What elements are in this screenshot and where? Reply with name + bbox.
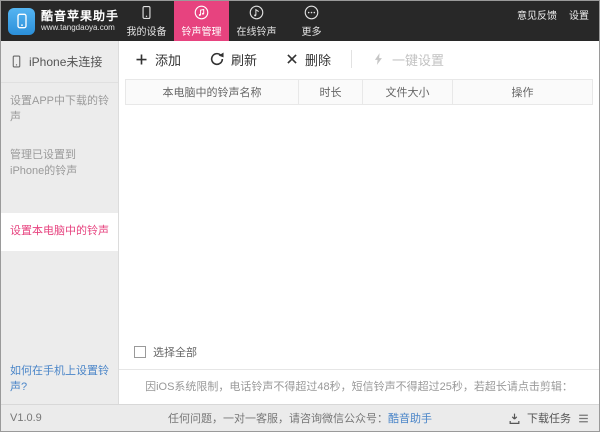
statusbar: V1.0.9 任何问题，一对一客服，请咨询微信公众号：酷音助手 下载任务 — [1, 404, 599, 431]
device-status-label: iPhone未连接 — [29, 55, 103, 69]
add-button[interactable]: 添加 — [134, 50, 181, 69]
download-tasks-label[interactable]: 下载任务 — [527, 410, 571, 426]
refresh-button-label: 刷新 — [231, 52, 258, 68]
delete-button-label: 删除 — [305, 52, 332, 68]
app-window: 酷音苹果助手 www.tangdaoya.com 我的设备 铃声管理 在线铃声 … — [0, 0, 600, 432]
refresh-icon — [209, 51, 225, 67]
download-icon[interactable] — [508, 412, 521, 425]
select-all-checkbox[interactable] — [134, 346, 146, 358]
main-tabs: 我的设备 铃声管理 在线铃声 更多 — [119, 1, 339, 41]
sidebar: iPhone未连接 设置APP中下载的铃声 管理已设置到iPhone的铃声 设置… — [1, 41, 119, 404]
app-website: www.tangdaoya.com — [41, 23, 115, 33]
one-click-setup-label: 一键设置 — [392, 52, 445, 68]
tab-label: 我的设备 — [126, 26, 167, 38]
select-all-label: 选择全部 — [153, 347, 197, 359]
column-header-name[interactable]: 本电脑中的铃声名称 — [126, 80, 298, 104]
music-note-circle-icon — [249, 5, 264, 20]
column-header-actions[interactable]: 操作 — [452, 80, 592, 104]
iphone-outline-icon — [10, 55, 23, 68]
sidebar-item-local-ringtones[interactable]: 设置本电脑中的铃声 — [1, 212, 118, 251]
topbar-links: 意见反馈 设置 — [517, 1, 599, 41]
tab-more[interactable]: 更多 — [284, 1, 339, 41]
toolbar-separator — [351, 50, 353, 68]
column-header-duration[interactable]: 时长 — [298, 80, 362, 104]
ringtone-table-body — [125, 105, 593, 340]
topbar: 酷音苹果助手 www.tangdaoya.com 我的设备 铃声管理 在线铃声 … — [1, 1, 599, 41]
tab-ringtone-management[interactable]: 铃声管理 — [174, 1, 229, 41]
one-click-setup-button[interactable]: 一键设置 — [372, 50, 444, 69]
add-button-label: 添加 — [155, 52, 182, 68]
tab-label: 更多 — [301, 26, 322, 38]
status-message-text: 任何问题，一对一客服，请咨询微信公众号： — [168, 413, 388, 425]
delete-button[interactable]: 删除 — [285, 50, 331, 69]
app-logo-icon — [8, 7, 35, 35]
app-body: iPhone未连接 设置APP中下载的铃声 管理已设置到iPhone的铃声 设置… — [1, 41, 599, 404]
refresh-button[interactable]: 刷新 — [209, 50, 257, 69]
tab-online-ringtones[interactable]: 在线铃声 — [229, 1, 284, 41]
tab-my-devices[interactable]: 我的设备 — [119, 1, 174, 41]
tab-label: 铃声管理 — [181, 26, 222, 38]
music-note-circle-icon — [194, 5, 209, 20]
x-icon — [285, 52, 299, 66]
one-click-icon — [372, 52, 386, 66]
ringtone-table-header: 本电脑中的铃声名称 时长 文件大小 操作 — [125, 79, 593, 105]
sidebar-item-app-downloaded-ringtones[interactable]: 设置APP中下载的铃声 — [1, 83, 118, 137]
column-header-filesize[interactable]: 文件大小 — [362, 80, 452, 104]
ios-limit-note: 因iOS系统限制，电话铃声不得超过48秒，短信铃声不得超过25秒，若超长请点击剪… — [145, 381, 573, 393]
select-all-row: 选择全部 — [119, 340, 599, 369]
help-link[interactable]: 如何在手机上设置铃声? — [1, 352, 118, 404]
wechat-account-link[interactable]: 酷音助手 — [388, 413, 432, 425]
tab-label: 在线铃声 — [236, 26, 277, 38]
toolbar: 添加 刷新 删除 一键设置 — [119, 41, 599, 77]
smartphone-icon — [139, 5, 154, 20]
plus-icon — [134, 52, 149, 67]
phone-icon — [16, 13, 27, 29]
sidebar-item-iphone-set-ringtones[interactable]: 管理已设置到iPhone的铃声 — [1, 137, 118, 191]
sidebar-device-status: iPhone未连接 — [1, 41, 118, 83]
app-title: 酷音苹果助手 — [41, 8, 120, 23]
settings-link[interactable]: 设置 — [569, 7, 589, 22]
task-list-icon[interactable] — [577, 412, 590, 425]
feedback-link[interactable]: 意见反馈 — [517, 7, 557, 22]
download-tasks-area: 下载任务 — [508, 410, 590, 426]
version-label: V1.0.9 — [10, 412, 42, 424]
app-logo: 酷音苹果助手 www.tangdaoya.com — [1, 1, 119, 41]
main-content: 添加 刷新 删除 一键设置 本电脑中的铃声名称 时长 文件大小 操作 选择全部 … — [119, 41, 599, 404]
ellipsis-circle-icon — [304, 5, 319, 20]
